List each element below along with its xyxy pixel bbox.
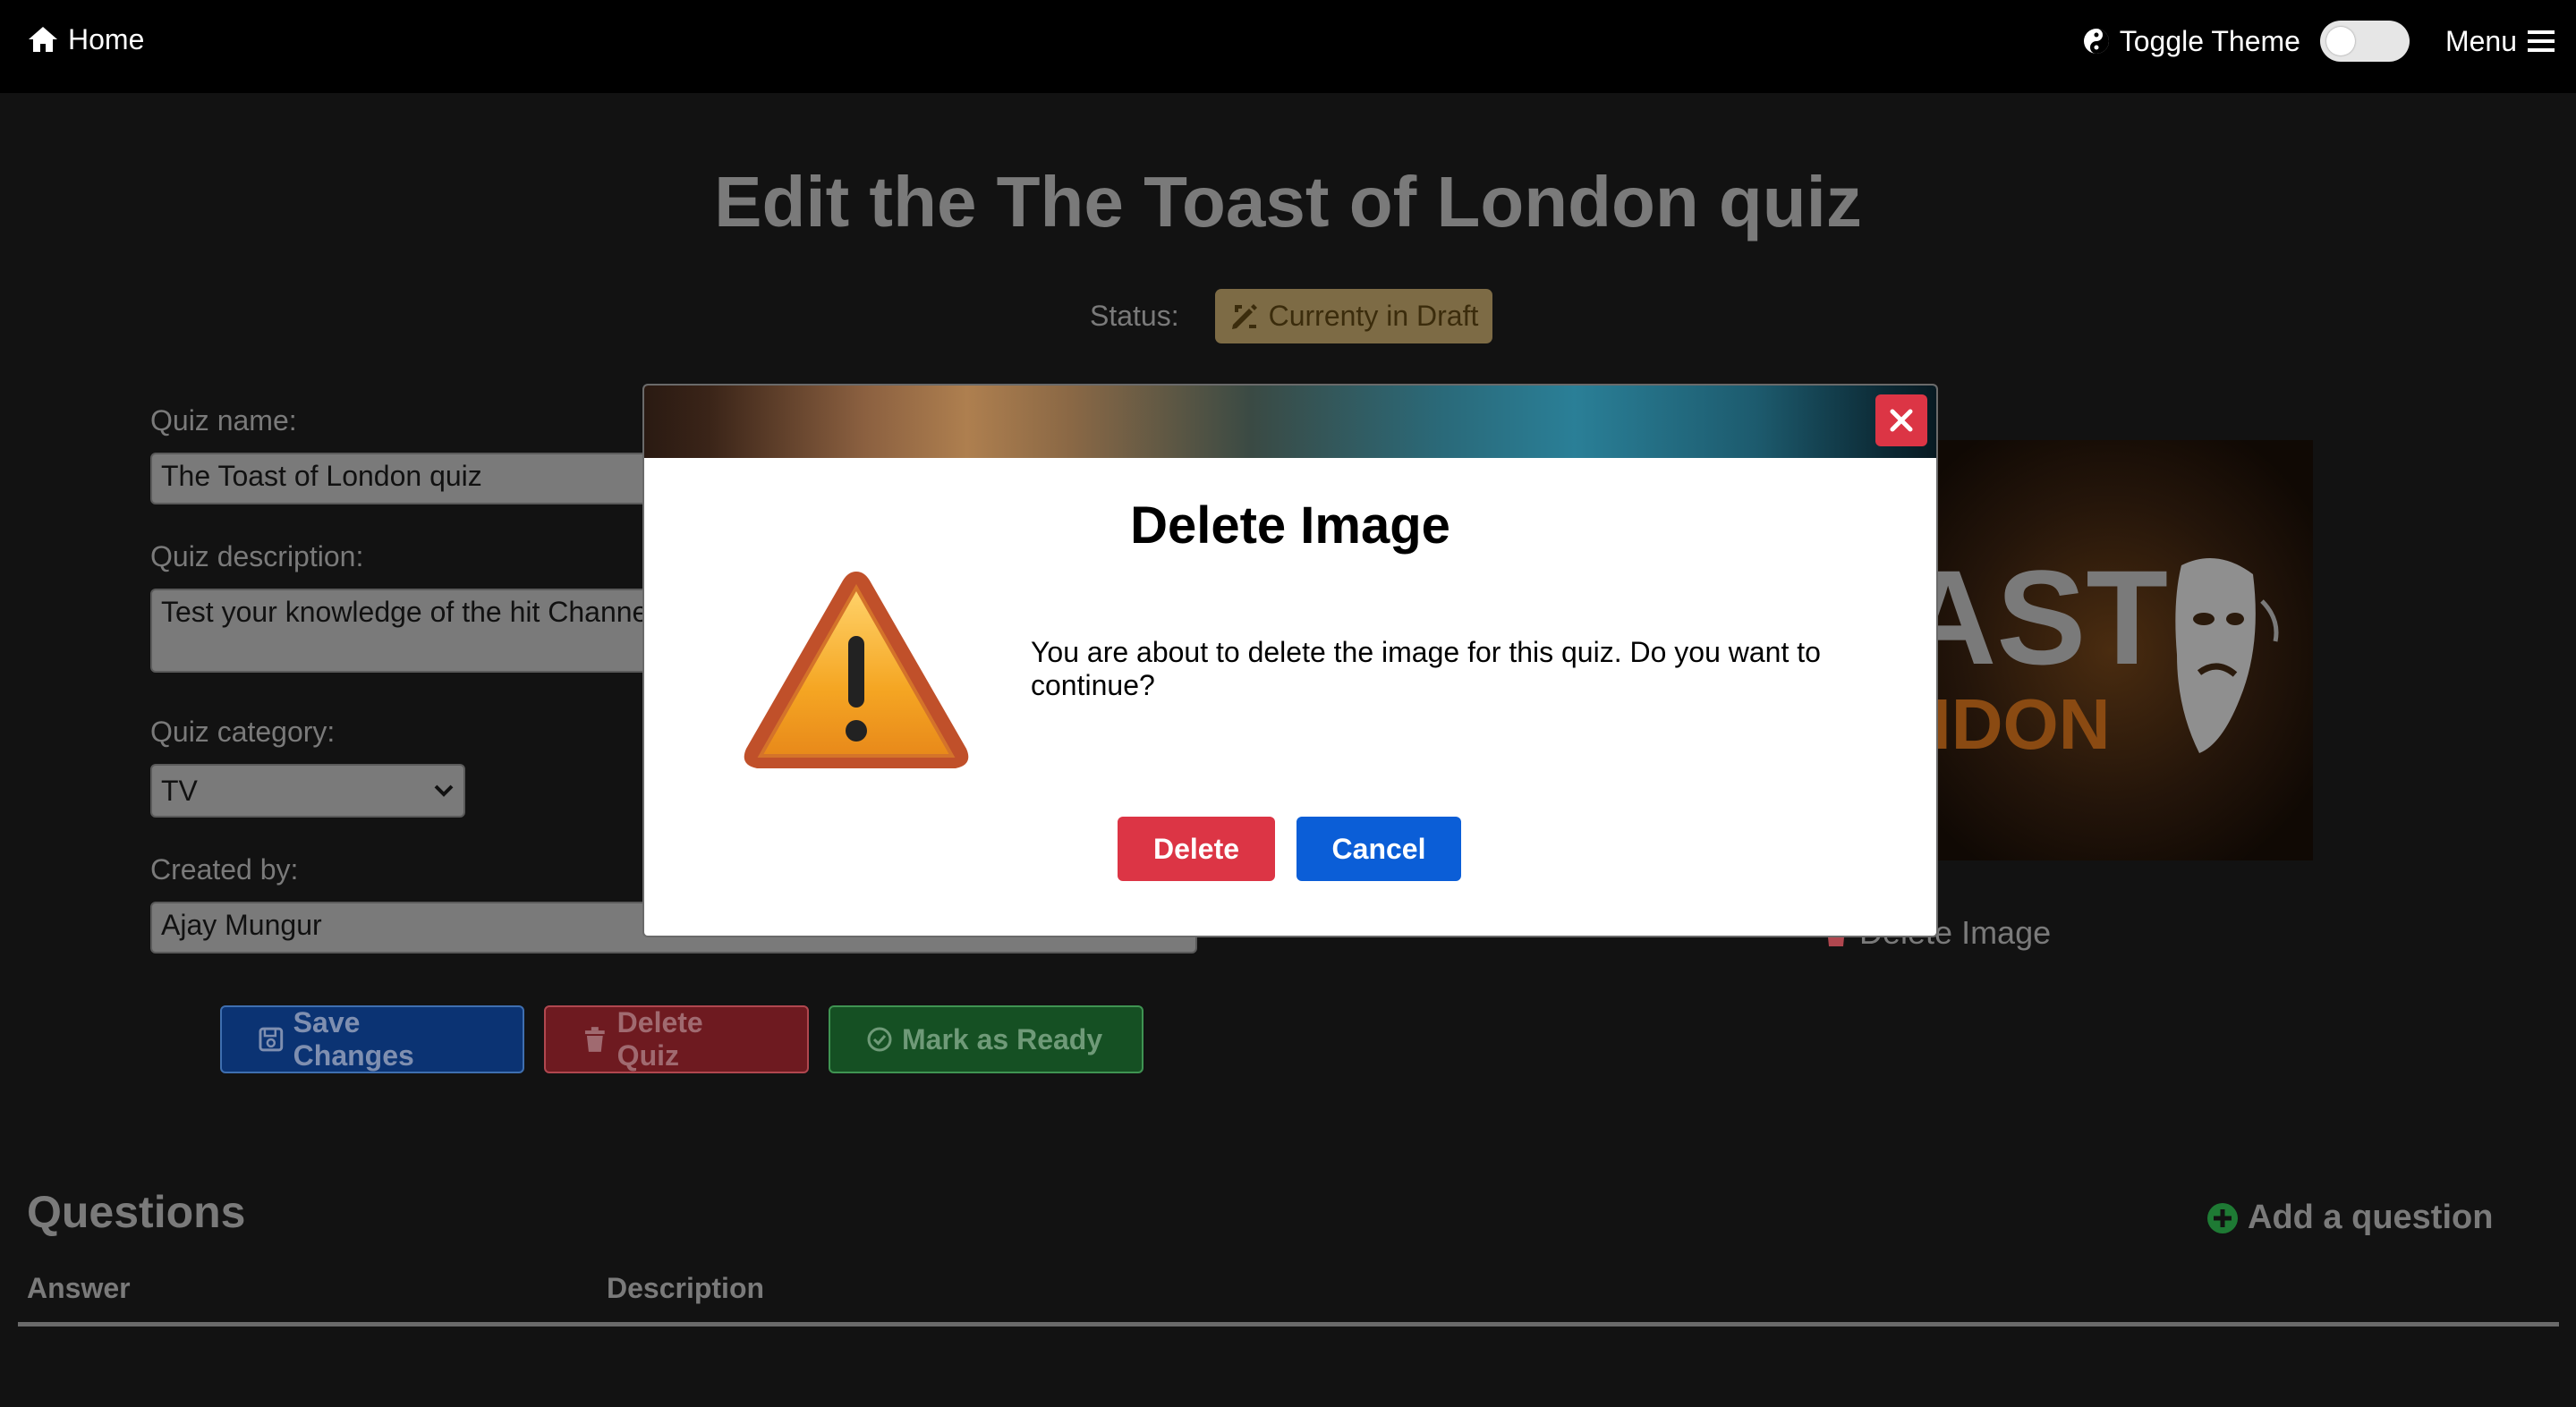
modal-message: You are about to delete the image for th… [1031,636,1821,701]
cancel-button[interactable]: Cancel [1297,817,1461,881]
modal-actions: Delete Cancel [1118,817,1461,881]
warning-icon [744,572,969,768]
modal-title: Delete Image [1130,496,1450,555]
modal-header [644,386,1936,458]
modal-close-button[interactable] [1875,394,1927,446]
delete-image-modal: Delete Image You are about to delete the… [642,384,1938,937]
confirm-delete-button[interactable]: Delete [1118,817,1275,881]
close-icon [1890,409,1913,432]
